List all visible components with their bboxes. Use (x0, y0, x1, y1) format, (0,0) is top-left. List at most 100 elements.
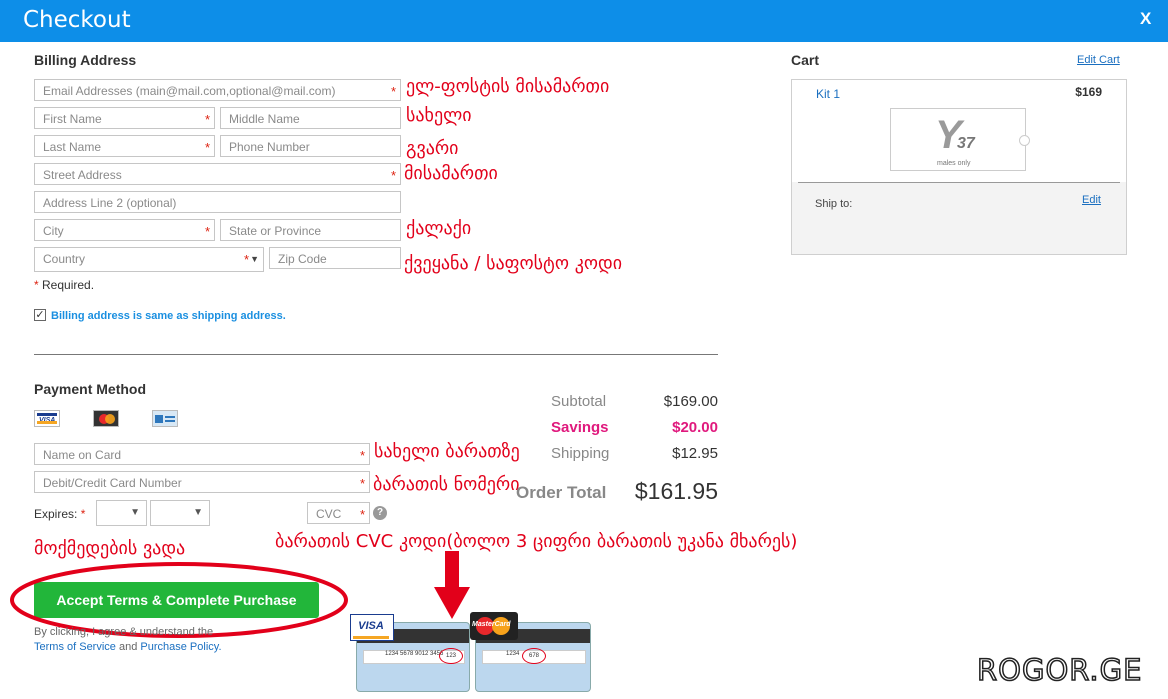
first-name-field[interactable]: First Name * (34, 107, 215, 129)
required-mark: * (359, 476, 365, 491)
terms-and-text: and (118, 641, 138, 653)
shipping-value: $12.95 (672, 445, 718, 462)
card-number-placeholder: Debit/Credit Card Number (43, 476, 182, 490)
down-arrow-icon (434, 551, 470, 619)
required-note-text: Required. (42, 278, 95, 292)
same-as-shipping-label[interactable]: Billing address is same as shipping addr… (51, 310, 286, 322)
chevron-down-icon: ▼ (193, 507, 203, 518)
required-mark: * (204, 112, 210, 127)
edit-cart-link[interactable]: Edit Cart (1077, 54, 1120, 66)
required-note: * Required. (34, 278, 94, 292)
cvc-field[interactable]: CVC * (307, 502, 370, 524)
phone-field[interactable]: Phone Number (220, 135, 401, 157)
order-total-label: Order Total (516, 483, 607, 502)
visa-card-number: 1234 5678 9012 3456 (385, 651, 444, 657)
watermark: ROGOR.GE (976, 652, 1143, 688)
terms-prefix: By clicking, I agree & understand the (34, 626, 214, 638)
email-field[interactable]: Email Addresses (main@mail.com,optional@… (34, 79, 401, 101)
expiry-year-select[interactable]: ▼ (150, 500, 210, 526)
annotation-city: ქალაქი (406, 218, 472, 239)
annotation-country-zip: ქვეყანა / საფოსტო კოდი (404, 253, 623, 274)
visa-icon[interactable]: VISA (34, 410, 60, 427)
cart-title: Cart (791, 52, 820, 68)
middle-name-placeholder: Middle Name (229, 112, 300, 126)
terms-line: Terms of Service and Purchase Policy. (34, 641, 222, 653)
amex-icon[interactable] (152, 410, 178, 427)
savings-value: $20.00 (672, 419, 718, 436)
expires-label: Expires: * (34, 507, 85, 521)
subtotal-value: $169.00 (663, 393, 718, 410)
annotation-surname: გვარი (406, 138, 459, 159)
zip-field[interactable]: Zip Code (269, 247, 401, 269)
chevron-down-icon: ▼ (130, 507, 140, 518)
country-placeholder: Country (43, 252, 86, 266)
middle-name-field[interactable]: Middle Name (220, 107, 401, 129)
required-mark: * (359, 507, 365, 522)
phone-placeholder: Phone Number (229, 140, 310, 154)
required-mark: * (34, 278, 39, 292)
address-line2-field[interactable]: Address Line 2 (optional) (34, 191, 401, 213)
mc-card-number: 1234 (506, 651, 520, 657)
card-number-field[interactable]: Debit/Credit Card Number * (34, 471, 370, 493)
street-address-field[interactable]: Street Address * (34, 163, 401, 185)
required-mark: * (204, 140, 210, 155)
annotation-card-name: სახელი ბარათზე (374, 441, 520, 462)
help-icon[interactable]: ? (373, 506, 387, 520)
order-total-value: $161.95 (634, 478, 718, 504)
visa-logo: VISA (350, 614, 394, 641)
mastercard-icon[interactable] (93, 410, 119, 427)
required-mark: * (359, 448, 365, 463)
last-name-field[interactable]: Last Name * (34, 135, 215, 157)
address-line2-placeholder: Address Line 2 (optional) (43, 196, 177, 210)
required-mark: * (390, 168, 396, 183)
annotation-email: ელ-ფოსტის მისამართი (406, 76, 610, 97)
savings-label: Savings (551, 419, 609, 436)
state-placeholder: State or Province (229, 224, 322, 238)
mastercard-logo-text: MasterCard (472, 621, 511, 628)
cart-item-name[interactable]: Kit 1 (816, 87, 840, 101)
annotation-card-number: ბარათის ნომერი (373, 474, 520, 495)
required-mark: * (390, 84, 396, 99)
annotation-address: მისამართი (404, 163, 498, 184)
country-select[interactable]: Country * ▼ (34, 247, 264, 272)
product-logo-subtitle: males only (937, 160, 971, 167)
street-address-placeholder: Street Address (43, 168, 122, 182)
visa-logo-text: VISA (358, 620, 384, 632)
zip-placeholder: Zip Code (278, 252, 327, 266)
required-mark: * (243, 252, 249, 267)
section-divider (34, 354, 718, 355)
expires-label-text: Expires: (34, 507, 78, 521)
subtotal-label: Subtotal (551, 393, 607, 410)
cvc-placeholder: CVC (316, 507, 342, 521)
product-logo-number: 37 (957, 135, 975, 152)
city-field[interactable]: City * (34, 219, 215, 241)
city-placeholder: City (43, 224, 64, 238)
annotation-name: სახელი (406, 105, 472, 126)
checkout-header: Checkout X (0, 0, 1168, 42)
email-placeholder: Email Addresses (main@mail.com,optional@… (43, 84, 336, 98)
payment-method-title: Payment Method (34, 381, 147, 397)
product-image: Y 37 males only (890, 108, 1030, 171)
ship-to-label: Ship to: (815, 198, 853, 210)
mc-cvc-circle: 678 (522, 648, 546, 664)
visa-cvc-circle: 123 (439, 648, 463, 664)
terms-of-service-link[interactable]: Terms of Service (34, 641, 116, 653)
cart-divider (798, 182, 1120, 183)
first-name-placeholder: First Name (43, 112, 102, 126)
billing-address-title: Billing Address (34, 52, 137, 68)
chevron-down-icon: ▼ (250, 254, 259, 264)
same-as-shipping-checkbox[interactable]: ✓ (34, 309, 46, 321)
name-on-card-placeholder: Name on Card (43, 448, 122, 462)
mastercard-logo: MasterCard (470, 612, 518, 640)
state-field[interactable]: State or Province (220, 219, 401, 241)
last-name-placeholder: Last Name (43, 140, 102, 154)
name-on-card-field[interactable]: Name on Card * (34, 443, 370, 465)
edit-ship-to-link[interactable]: Edit (1082, 194, 1101, 206)
cart-item-price: $169 (1075, 85, 1102, 99)
purchase-policy-link[interactable]: Purchase Policy. (140, 641, 221, 653)
required-mark: * (80, 507, 86, 521)
expiry-month-select[interactable]: ▼ (96, 500, 147, 526)
close-button[interactable]: X (1140, 9, 1151, 29)
shipping-label: Shipping (551, 445, 610, 462)
annotation-cvc: ბარათის CVC კოდი(ბოლო 3 ციფრი ბარათის უკ… (275, 531, 798, 552)
